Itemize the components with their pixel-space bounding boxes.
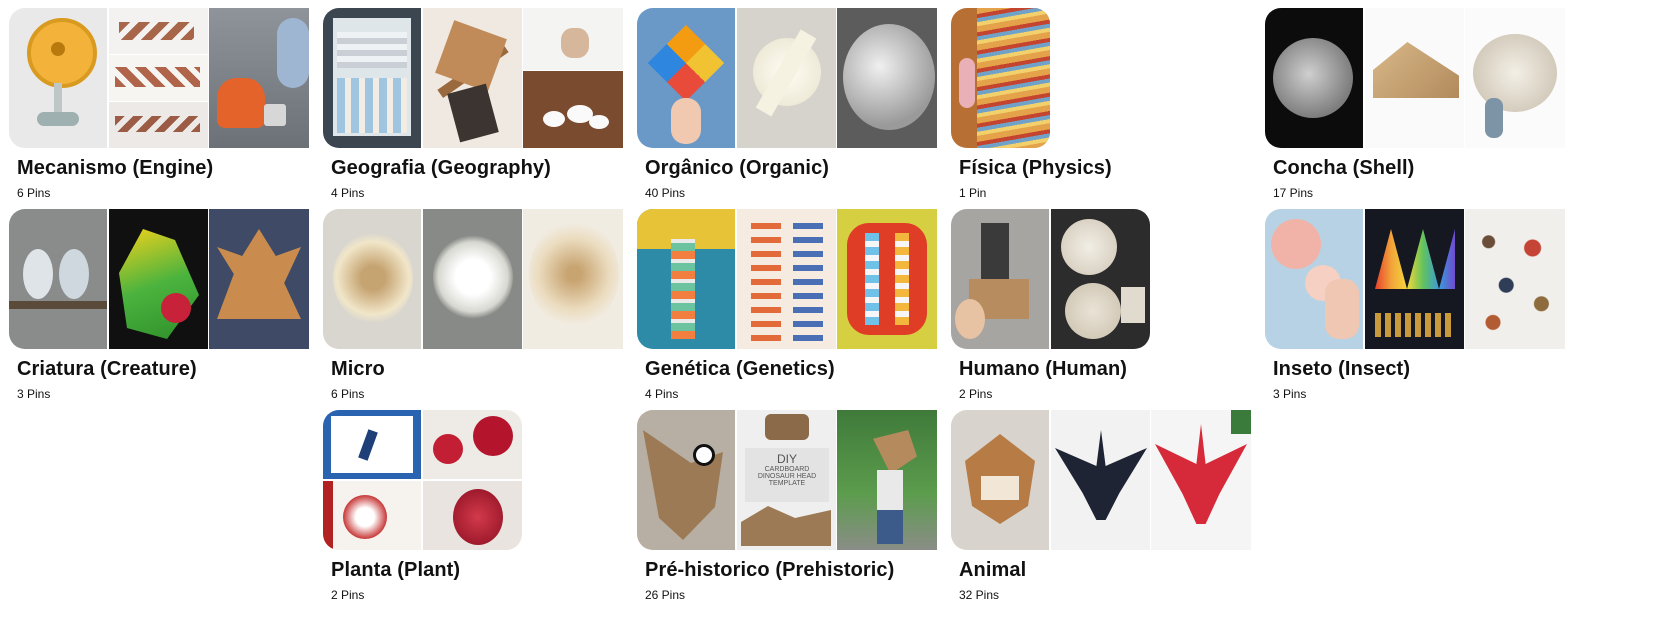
pin-thumbnail (837, 8, 937, 148)
pin-thumbnail (1265, 209, 1363, 349)
pin-thumbnail (523, 71, 623, 148)
pin-count: 6 Pins (17, 186, 51, 200)
board-cover[interactable] (951, 8, 1050, 148)
pin-count: 1 Pin (959, 186, 987, 200)
pin-count: 40 Pins (645, 186, 686, 200)
pin-count: 32 Pins (959, 588, 1000, 602)
pin-thumbnail (637, 8, 735, 148)
pin-count: 26 Pins (645, 588, 686, 602)
board-cover[interactable] (637, 209, 957, 349)
board-card-criatura[interactable]: Criatura (Creature) 3 Pins (9, 209, 329, 401)
pin-thumbnail (1365, 209, 1464, 349)
pin-count: 3 Pins (1273, 387, 1307, 401)
pin-count: 4 Pins (331, 186, 365, 200)
board-card-organico[interactable]: Orgânico (Organic) 40 Pins (637, 8, 957, 200)
board-card-humano[interactable]: Humano (Human) 2 Pins (951, 209, 1271, 401)
board-title[interactable]: Orgânico (Organic) (645, 157, 829, 180)
pin-thumbnail (109, 8, 208, 54)
pin-thumbnail (9, 209, 107, 349)
board-title[interactable]: Criatura (Creature) (17, 358, 197, 381)
dino-template-text: DIY CARDBOARD DINOSAUR HEAD TEMPLATE (745, 448, 829, 502)
pin-count: 4 Pins (645, 387, 679, 401)
pin-thumbnail (1051, 209, 1150, 349)
board-cover[interactable] (9, 209, 329, 349)
board-title[interactable]: Planta (Plant) (331, 559, 460, 582)
pin-thumbnail (9, 8, 107, 148)
pin-count: 2 Pins (331, 588, 365, 602)
board-cover[interactable] (323, 410, 522, 550)
board-title[interactable]: Mecanismo (Engine) (17, 157, 213, 180)
pin-thumbnail (1465, 209, 1565, 349)
board-cover[interactable] (1265, 209, 1585, 349)
board-card-planta[interactable]: Planta (Plant) 2 Pins (323, 410, 643, 602)
pin-thumbnail (951, 8, 1050, 148)
board-title[interactable]: Inseto (Insect) (1273, 358, 1410, 381)
pin-count: 17 Pins (1273, 186, 1314, 200)
board-card-fisica[interactable]: Física (Physics) 1 Pin (951, 8, 1271, 200)
board-title[interactable]: Geografia (Geography) (331, 157, 551, 180)
board-title[interactable]: Pré-historico (Prehistoric) (645, 559, 894, 582)
board-card-pre-historico[interactable]: DIY CARDBOARD DINOSAUR HEAD TEMPLATE Pré… (637, 410, 957, 602)
pin-thumbnail (209, 209, 309, 349)
pin-thumbnail (637, 410, 735, 550)
board-card-genetica[interactable]: Genética (Genetics) 4 Pins (637, 209, 957, 401)
pin-thumbnail (109, 209, 208, 349)
pin-thumbnail (951, 209, 1049, 349)
pin-thumbnail (323, 481, 421, 550)
board-cover[interactable] (637, 8, 957, 148)
board-cover[interactable] (9, 8, 329, 148)
pin-thumbnail (951, 410, 1049, 550)
pin-thumbnail (837, 209, 937, 349)
board-cover[interactable] (951, 209, 1150, 349)
board-title[interactable]: Concha (Shell) (1273, 157, 1414, 180)
pin-count: 3 Pins (17, 387, 51, 401)
board-title[interactable]: Genética (Genetics) (645, 358, 835, 381)
board-card-inseto[interactable]: Inseto (Insect) 3 Pins (1265, 209, 1585, 401)
pin-thumbnail (423, 209, 522, 349)
pin-thumbnail (323, 209, 421, 349)
pin-thumbnail (423, 481, 522, 550)
board-card-concha[interactable]: Concha (Shell) 17 Pins (1265, 8, 1585, 200)
pin-thumbnail (1365, 8, 1464, 148)
board-title[interactable]: Física (Physics) (959, 157, 1112, 180)
pin-count: 2 Pins (959, 387, 993, 401)
pin-thumbnail (323, 8, 421, 148)
board-cover[interactable] (323, 8, 643, 148)
board-cover[interactable] (323, 209, 643, 349)
board-title[interactable]: Humano (Human) (959, 358, 1127, 381)
pin-count: 6 Pins (331, 387, 365, 401)
board-title[interactable]: Animal (959, 559, 1026, 582)
pin-thumbnail (1051, 410, 1150, 550)
board-card-micro[interactable]: Micro 6 Pins (323, 209, 643, 401)
board-title[interactable]: Micro (331, 358, 385, 381)
pin-thumbnail (737, 8, 836, 148)
pin-thumbnail (737, 209, 836, 349)
pin-thumbnail (323, 410, 421, 479)
board-card-mecanismo[interactable]: Mecanismo (Engine) 6 Pins (9, 8, 329, 200)
board-cover[interactable] (1265, 8, 1585, 148)
pin-thumbnail: DIY CARDBOARD DINOSAUR HEAD TEMPLATE (737, 410, 836, 550)
pin-thumbnail (1265, 8, 1363, 148)
pin-thumbnail (1151, 410, 1251, 550)
pin-thumbnail (423, 8, 522, 148)
board-card-animal[interactable]: Animal 32 Pins (951, 410, 1271, 602)
pin-thumbnail (109, 102, 208, 148)
pin-thumbnail (837, 410, 937, 550)
pin-thumbnail (637, 209, 735, 349)
board-cover[interactable]: DIY CARDBOARD DINOSAUR HEAD TEMPLATE (637, 410, 957, 550)
pin-thumbnail (209, 8, 309, 148)
pin-thumbnail (423, 410, 522, 479)
pin-thumbnail (523, 8, 623, 70)
pin-thumbnail (523, 209, 623, 349)
pin-thumbnail (1465, 8, 1565, 148)
board-cover[interactable] (951, 410, 1271, 550)
board-card-geografia[interactable]: Geografia (Geography) 4 Pins (323, 8, 643, 200)
pin-thumbnail (109, 55, 208, 101)
